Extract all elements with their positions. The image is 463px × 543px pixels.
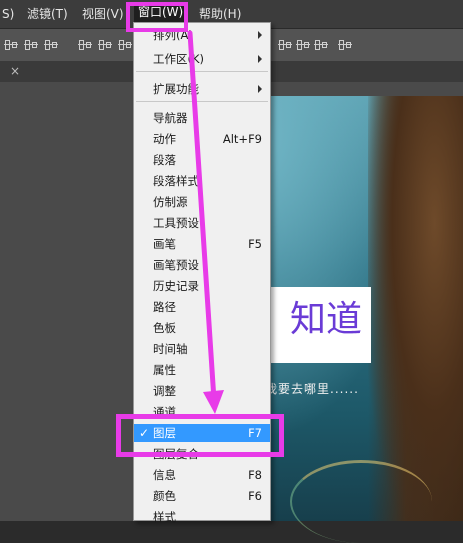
menu-item-properties[interactable]: 属性 xyxy=(134,361,270,379)
menu-separator xyxy=(136,71,268,72)
menu-item-history[interactable]: 历史记录 xyxy=(134,277,270,295)
image-hair-region xyxy=(368,96,463,521)
menu-item-label: 样式 xyxy=(153,510,176,524)
menu-item-label: 工作区(K) xyxy=(153,52,205,66)
menu-item-clone-source[interactable]: 仿制源 xyxy=(134,193,270,211)
align-top-icon[interactable] xyxy=(4,38,18,52)
menu-item-label: 色板 xyxy=(153,321,176,335)
distribute-center-icon[interactable] xyxy=(296,38,310,52)
submenu-arrow-icon xyxy=(258,55,262,63)
menu-item-paths[interactable]: 路径 xyxy=(134,298,270,316)
menu-item-label: 导航器 xyxy=(153,111,188,125)
menu-item-extensions[interactable]: 扩展功能 xyxy=(134,80,270,98)
menu-item-paragraph-styles[interactable]: 段落样式 xyxy=(134,172,270,190)
distribute-icon[interactable] xyxy=(278,38,292,52)
menu-item-label: 颜色 xyxy=(153,489,176,503)
submenu-arrow-icon xyxy=(258,31,262,39)
image-rainbow xyxy=(290,460,432,543)
menu-item-swatches[interactable]: 色板 xyxy=(134,319,270,337)
menu-item-shortcut: Alt+F9 xyxy=(222,132,262,146)
menu-filter[interactable]: 滤镜(T) xyxy=(27,6,68,22)
menu-item-label: 工具预设 xyxy=(153,216,199,230)
menu-item-paragraph[interactable]: 段落 xyxy=(134,151,270,169)
menu-item-label: 段落样式 xyxy=(153,174,199,188)
menu-view[interactable]: 视图(V) xyxy=(82,6,124,22)
align-bottom-icon[interactable] xyxy=(44,38,58,52)
menu-item-brush-presets[interactable]: 画笔预设 xyxy=(134,256,270,274)
menu-item-shortcut: F5 xyxy=(248,237,262,251)
align-hcenter-icon[interactable] xyxy=(98,38,112,52)
menu-item-label: 扩展功能 xyxy=(153,82,199,96)
menu-item-brush[interactable]: 画笔 F5 xyxy=(134,235,270,253)
menu-item-color[interactable]: 颜色 F6 xyxy=(134,487,270,505)
menu-item-label: 历史记录 xyxy=(153,279,199,293)
menu-item-adjustments[interactable]: 调整 xyxy=(134,382,270,400)
menu-item-tool-presets[interactable]: 工具预设 xyxy=(134,214,270,232)
auto-align-icon[interactable] xyxy=(338,38,352,52)
distribute-right-icon[interactable] xyxy=(314,38,328,52)
menu-separator xyxy=(136,101,268,102)
menu-help[interactable]: 帮助(H) xyxy=(199,6,241,22)
menu-item-label: 路径 xyxy=(153,300,176,314)
menu-item-workspace[interactable]: 工作区(K) xyxy=(134,50,270,68)
align-vcenter-icon[interactable] xyxy=(24,38,38,52)
submenu-arrow-icon xyxy=(258,85,262,93)
image-subtitle-text: 我要去哪里...... xyxy=(265,382,359,396)
highlight-layers-item xyxy=(116,414,284,457)
menu-select[interactable]: S) xyxy=(2,6,14,22)
align-left-icon[interactable] xyxy=(78,38,92,52)
highlight-window-menu xyxy=(126,2,188,32)
menu-item-shortcut: F6 xyxy=(248,489,262,503)
menu-item-navigator[interactable]: 导航器 xyxy=(134,109,270,127)
menu-item-timeline[interactable]: 时间轴 xyxy=(134,340,270,358)
image-title-text: 知道 xyxy=(289,299,362,340)
menu-item-info[interactable]: 信息 F8 xyxy=(134,466,270,484)
menu-item-label: 调整 xyxy=(153,384,176,398)
menu-item-label: 时间轴 xyxy=(153,342,188,356)
menu-item-label: 画笔 xyxy=(153,237,176,251)
menu-item-label: 仿制源 xyxy=(153,195,188,209)
close-tab-icon[interactable]: × xyxy=(10,64,20,78)
menu-item-label: 属性 xyxy=(153,363,176,377)
menu-item-label: 动作 xyxy=(153,132,176,146)
menu-item-label: 信息 xyxy=(153,468,176,482)
menu-item-label: 段落 xyxy=(153,153,176,167)
align-right-icon[interactable] xyxy=(118,38,132,52)
menu-item-actions[interactable]: 动作 Alt+F9 xyxy=(134,130,270,148)
menu-item-styles[interactable]: 样式 xyxy=(134,508,270,526)
menu-item-label: 画笔预设 xyxy=(153,258,199,272)
menu-item-shortcut: F8 xyxy=(248,468,262,482)
